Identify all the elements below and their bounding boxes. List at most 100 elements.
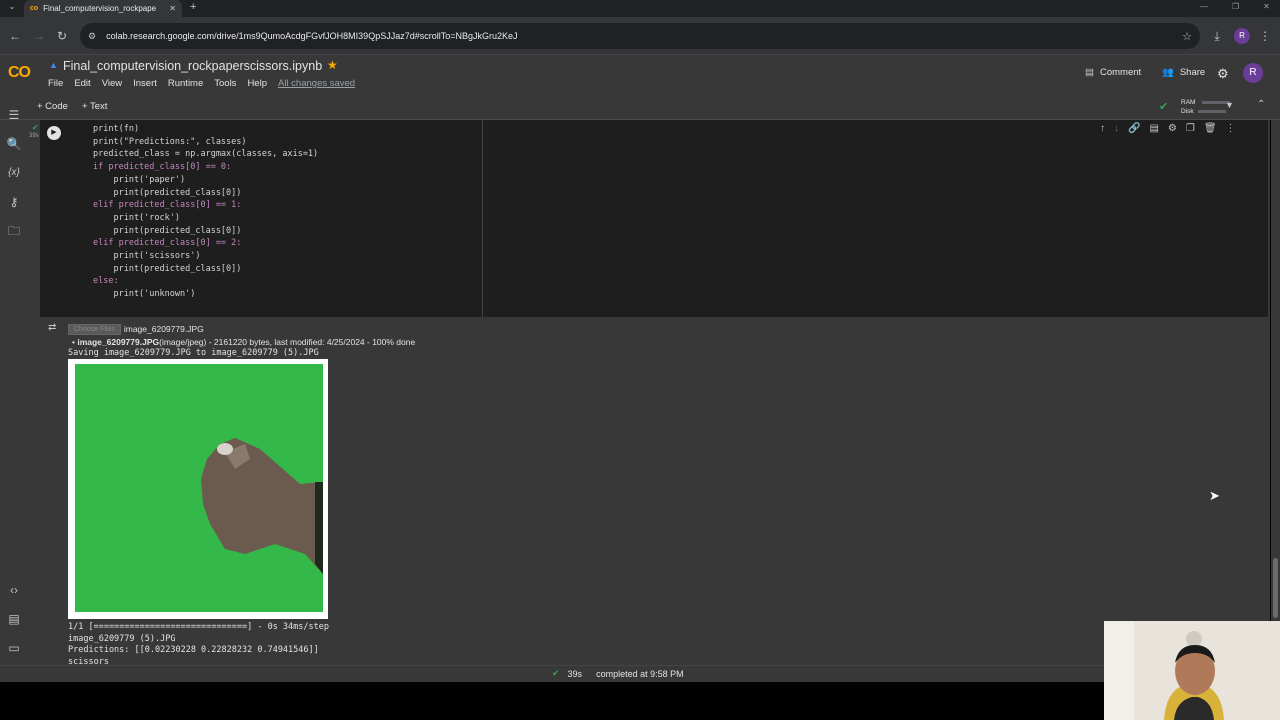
url-text: colab.research.google.com/drive/1ms9Qumo… [106, 31, 518, 41]
terminal-icon[interactable]: ▭ [6, 640, 22, 656]
menu-view[interactable]: View [102, 78, 122, 89]
menu-edit[interactable]: Edit [74, 78, 90, 89]
menu-runtime[interactable]: Runtime [168, 78, 203, 89]
comment-label: Comment [1099, 67, 1142, 78]
uploaded-image-frame [68, 359, 328, 619]
resource-monitor[interactable]: RAM Disk [1181, 98, 1231, 116]
add-text-button[interactable]: + Text [82, 101, 107, 112]
hand-photo [75, 364, 323, 612]
choose-files-button[interactable]: Choose Files [68, 323, 121, 335]
code-editor[interactable]: print(fn) print("Predictions:", classes) p… [68, 120, 483, 317]
menu-bar: File Edit View Insert Runtime Tools Help… [48, 78, 355, 89]
add-code-button[interactable]: + Code [37, 101, 68, 112]
share-icon: 👥 [1162, 67, 1174, 78]
predictions-line: Predictions: [[0.02230228 0.22828232 0.7… [68, 645, 319, 655]
code-line: print(fn) [93, 124, 140, 134]
secrets-key-icon[interactable]: ⚷ [6, 194, 22, 210]
left-sidebar: ☰ 🔍 {x} ⚷ 🗀 ‹› ▤ ▭ [0, 108, 28, 665]
site-info-icon[interactable]: ⚙ [88, 31, 96, 42]
mirror-cell-icon[interactable]: ❐ [1186, 123, 1195, 134]
share-button[interactable]: 👥 Share [1162, 67, 1205, 78]
collapse-header-icon[interactable]: ⌃ [1257, 99, 1265, 110]
progress-line: 1/1 [==============================] - 0… [68, 622, 329, 632]
drive-icon: ▲ [49, 60, 58, 70]
mouse-cursor-icon: ➤ [1209, 488, 1220, 503]
scrollbar-track[interactable] [1271, 120, 1280, 665]
cell-output: Choose Files image_6209779.JPG • image_6… [68, 322, 415, 668]
browser-menu-icon[interactable]: ⋮ [1258, 29, 1272, 43]
minimize-icon[interactable]: — [1200, 2, 1208, 11]
forward-icon[interactable]: → [32, 29, 46, 43]
connected-check-icon: ✔ [1159, 101, 1169, 113]
star-icon[interactable]: ★ [327, 58, 338, 72]
code-line: print(predicted_class[0]) [93, 263, 242, 274]
comment-icon: ▤ [1085, 67, 1094, 78]
saving-line: Saving image_6209779.JPG to image_620977… [68, 348, 319, 358]
code-line: print(predicted_class[0]) [93, 187, 242, 198]
code-line: print("Predictions:", classes) [93, 136, 247, 147]
delete-cell-icon[interactable]: 🗑 [1204, 123, 1217, 134]
command-palette-icon[interactable]: ▤ [6, 611, 22, 627]
comment-button[interactable]: ▤ Comment [1085, 67, 1141, 78]
code-line: elif predicted_class[0] == 1: [93, 200, 242, 211]
code-line: print('paper') [93, 174, 186, 185]
status-check-icon: ✔ [552, 668, 560, 678]
comment-cell-icon[interactable]: ▤ [1149, 123, 1158, 134]
tab-close-icon[interactable]: ✕ [169, 4, 176, 13]
back-icon[interactable]: ← [8, 29, 22, 43]
move-up-icon[interactable]: ↑ [1100, 123, 1105, 134]
download-icon[interactable]: ⤓ [1210, 29, 1224, 43]
cell-more-icon[interactable]: ⋮ [1226, 123, 1236, 134]
runtime-dropdown-icon[interactable]: ▼ [1225, 100, 1234, 110]
chosen-file-name: image_6209779.JPG [123, 324, 204, 334]
cell-exec-time: 39s [29, 133, 39, 139]
colab-logo[interactable]: CO [8, 64, 38, 81]
browser-profile-avatar[interactable]: R [1234, 28, 1250, 44]
move-down-icon[interactable]: ↓ [1114, 123, 1119, 134]
output-toggle-icon[interactable]: ⇄ [48, 322, 56, 333]
variables-icon[interactable]: {x} [6, 165, 22, 181]
browser-address-bar: ← → ↻ ⚙ colab.research.google.com/drive/… [0, 17, 1280, 55]
status-bar: ✔ 39s completed at 9:58 PM [0, 665, 1280, 682]
settings-gear-icon[interactable]: ⚙ [1217, 66, 1229, 82]
ram-label: RAM [1181, 99, 1196, 106]
status-time: 39s [567, 668, 583, 679]
disk-label: Disk [1181, 108, 1194, 115]
reload-icon[interactable]: ↻ [55, 29, 69, 43]
code-line: elif predicted_class[0] == 2: [93, 238, 242, 249]
colab-header: CO ▲ Final_computervision_rockpapersciss… [0, 55, 1280, 95]
link-icon[interactable]: 🔗 [1128, 123, 1140, 134]
tab-search-icon[interactable]: ⌄ [6, 2, 18, 14]
search-icon[interactable]: 🔍 [6, 136, 22, 152]
files-folder-icon[interactable]: 🗀 [6, 223, 22, 239]
bookmark-star-icon[interactable]: ☆ [1182, 30, 1192, 43]
tab-title: Final_computervision_rockpape [43, 4, 157, 13]
code-line: print('scissors') [93, 251, 201, 262]
scrollbar-thumb[interactable] [1273, 558, 1278, 618]
status-completed: completed at 9:58 PM [596, 668, 684, 679]
window-close-icon[interactable]: ✕ [1263, 2, 1270, 11]
save-status[interactable]: All changes saved [278, 78, 355, 89]
notebook-toolbar: + Code + Text ✔ RAM Disk ▼ ⌃ [0, 95, 1280, 120]
run-cell-button[interactable]: ▶ [47, 126, 61, 140]
restore-icon[interactable]: ❐ [1232, 2, 1239, 11]
filename-line: image_6209779 (5).JPG [68, 633, 176, 644]
new-tab-button[interactable]: + [190, 1, 196, 13]
cell-toolbar: ↑ ↓ 🔗 ▤ ⚙ ❐ 🗑 ⋮ [1100, 123, 1236, 134]
code-line: print(predicted_class[0]) [93, 225, 242, 236]
cell-settings-icon[interactable]: ⚙ [1168, 123, 1177, 134]
menu-help[interactable]: Help [247, 78, 267, 89]
share-label: Share [1179, 67, 1206, 78]
user-avatar[interactable]: R [1243, 63, 1263, 83]
menu-insert[interactable]: Insert [133, 78, 157, 89]
cell-executed-check-icon: ✔ [32, 123, 39, 132]
table-of-contents-icon[interactable]: ☰ [6, 107, 22, 123]
menu-tools[interactable]: Tools [214, 78, 236, 89]
code-snippets-icon[interactable]: ‹› [6, 582, 22, 598]
notebook-name[interactable]: Final_computervision_rockpaperscissors.i… [63, 59, 322, 73]
menu-file[interactable]: File [48, 78, 63, 89]
file-info-name: image_6209779.JPG [77, 337, 160, 347]
code-line: print('unknown') [93, 289, 196, 300]
url-bar[interactable]: ⚙ colab.research.google.com/drive/1ms9Qu… [80, 23, 1200, 49]
browser-tab[interactable]: co Final_computervision_rockpape ✕ [24, 0, 182, 17]
